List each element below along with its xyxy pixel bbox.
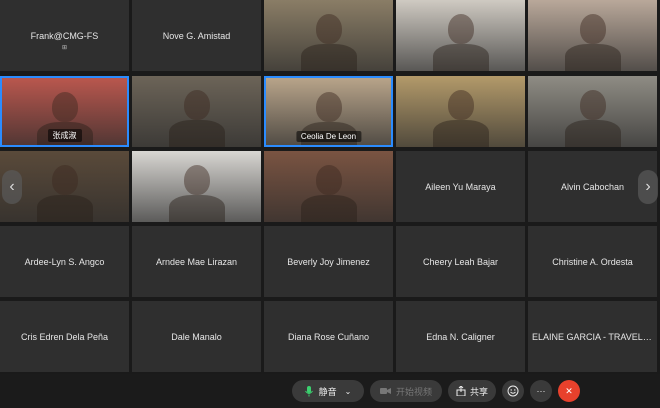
participant-name: Cris Edren Dela Peña — [20, 331, 109, 342]
participant-name: Diana Rose Cuñano — [287, 331, 370, 342]
participant-video-feed — [51, 165, 78, 195]
participant-video-feed — [447, 90, 474, 120]
participant-tile[interactable]: Ardee-Lyn S. Angco — [0, 226, 129, 297]
participant-video-feed — [315, 92, 342, 122]
participant-tile[interactable]: Cheery Leah Bajar — [396, 226, 525, 297]
video-camera-icon — [379, 387, 391, 395]
participant-tile[interactable]: Arndee Mae Lirazan — [132, 226, 261, 297]
participant-video-feed — [564, 120, 621, 147]
mute-label: 静音 — [318, 386, 337, 397]
participant-name: Ardee-Lyn S. Angco — [24, 256, 105, 267]
share-button[interactable]: 共享 — [448, 380, 496, 402]
participant-video-feed — [36, 195, 93, 222]
smiley-icon — [507, 385, 519, 397]
microphone-icon — [304, 385, 313, 397]
participant-video-feed — [579, 90, 606, 120]
participant-name: Arndee Mae Lirazan — [155, 256, 238, 267]
participant-name: Beverly Joy Jimenez — [287, 256, 370, 267]
participant-video-feed — [315, 165, 342, 195]
participant-video-tile[interactable] — [396, 76, 525, 147]
participant-video-tile[interactable] — [264, 151, 393, 222]
participant-name: Cheery Leah Bajar — [422, 256, 499, 267]
participant-video-tile[interactable] — [528, 76, 657, 147]
participant-video-feed — [300, 44, 357, 71]
participant-video-tile[interactable] — [264, 0, 393, 71]
participant-name: Aileen Yu Maraya — [425, 181, 496, 192]
participant-video-feed — [51, 92, 78, 122]
participant-name-label: 张成淑 — [47, 129, 82, 142]
prev-page-button[interactable]: ‹ — [2, 170, 22, 204]
close-icon: ✕ — [565, 385, 573, 396]
participant-video-feed — [183, 165, 210, 195]
participant-video-feed — [168, 195, 225, 222]
participant-tile[interactable]: Edna N. Caligner — [396, 301, 525, 372]
chevron-down-icon[interactable]: ⌄ — [345, 387, 352, 396]
participant-video-tile[interactable]: 张成淑 — [0, 76, 129, 147]
participant-video-tile[interactable] — [132, 151, 261, 222]
participant-tile[interactable]: Dale Manalo — [132, 301, 261, 372]
participant-tile[interactable]: Christine A. Ordesta — [528, 226, 657, 297]
participant-tile[interactable]: Diana Rose Cuñano — [264, 301, 393, 372]
participant-tile[interactable]: ELAINE GARCIA - TRAVELAN... — [528, 301, 657, 372]
participant-name: Nove G. Amistad — [162, 30, 231, 41]
screen-share-icon: ⊞ — [61, 45, 68, 51]
end-meeting-button[interactable]: ✕ — [558, 380, 580, 402]
start-video-button[interactable]: 开始视频 — [370, 380, 442, 402]
participant-tile[interactable]: Nove G. Amistad — [132, 0, 261, 71]
participant-name: Dale Manalo — [171, 331, 222, 342]
more-options-button[interactable]: ··· — [530, 380, 552, 402]
more-icon: ··· — [536, 386, 546, 396]
participant-name: Edna N. Caligner — [426, 331, 495, 342]
participant-video-feed — [315, 14, 342, 44]
participant-video-tile[interactable]: Ceolia De Leon — [264, 76, 393, 147]
start-video-label: 开始视频 — [395, 386, 432, 397]
participant-name-label: Ceolia De Leon — [295, 131, 362, 142]
participant-grid: Frank@CMG-FS ⊞ Nove G. Amistad 张成淑 Ceolia De… — [0, 0, 660, 374]
participant-video-tile[interactable] — [396, 0, 525, 71]
participant-video-feed — [168, 120, 225, 147]
participant-tile[interactable]: Beverly Joy Jimenez — [264, 226, 393, 297]
share-label: 共享 — [469, 386, 488, 397]
reaction-button[interactable] — [502, 380, 524, 402]
participant-name: Frank@CMG-FS — [30, 30, 99, 41]
next-page-button[interactable]: › — [638, 170, 658, 204]
participant-video-feed — [447, 14, 474, 44]
mute-button[interactable]: 静音 ⌄ — [292, 380, 364, 402]
participant-video-feed — [300, 195, 357, 222]
participant-video-feed — [564, 44, 621, 71]
participant-name: Christine A. Ordesta — [552, 256, 633, 267]
participant-tile[interactable]: Cris Edren Dela Peña — [0, 301, 129, 372]
participant-video-feed — [432, 120, 489, 147]
participant-video-tile[interactable] — [528, 0, 657, 71]
participant-video-feed — [183, 90, 210, 120]
participant-tile[interactable]: Aileen Yu Maraya — [396, 151, 525, 222]
meeting-toolbar: 静音 ⌄ 开始视频 共享 ··· ✕ — [0, 374, 660, 408]
participant-video-tile[interactable] — [132, 76, 261, 147]
participant-video-feed — [579, 14, 606, 44]
participant-name: ELAINE GARCIA - TRAVELAN... — [532, 331, 657, 342]
participant-tile[interactable]: Frank@CMG-FS ⊞ — [0, 0, 129, 71]
share-icon — [456, 386, 466, 396]
participant-video-feed — [432, 44, 489, 71]
